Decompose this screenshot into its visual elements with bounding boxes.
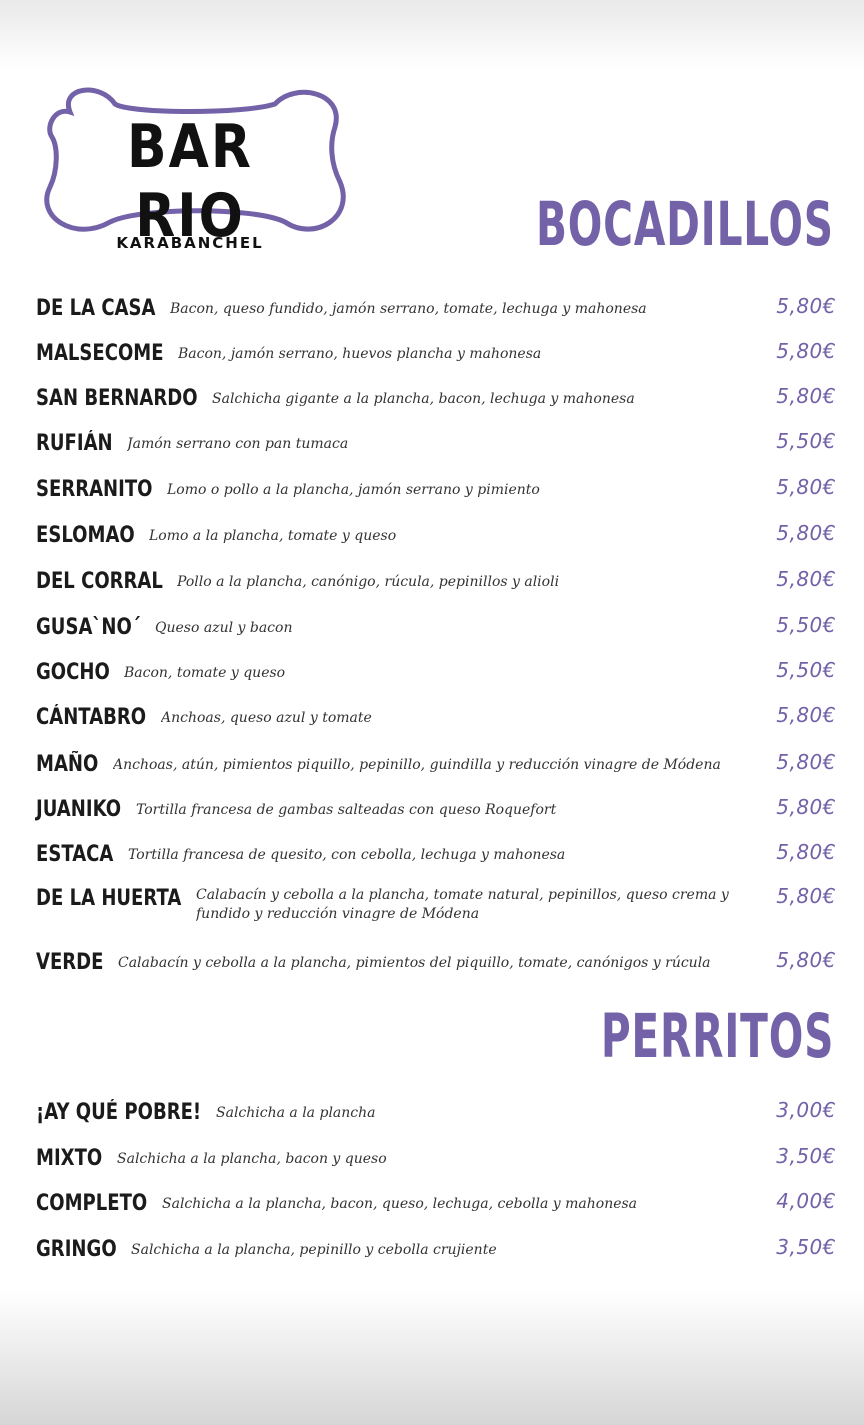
item-description: Tortilla francesa de quesito, con ceboll… <box>128 846 566 863</box>
item-name: GOCHO <box>36 660 110 685</box>
item-description: Bacon, jamón serrano, huevos plancha y m… <box>178 345 542 362</box>
section-title-bocadillos: BOCADILLOS <box>536 188 834 260</box>
item-name: JUANIKO <box>36 797 122 822</box>
menu-item: DE LA HUERTA Calabacín y cebolla a la pla… <box>36 884 836 924</box>
item-description: Salchicha a la plancha, bacon y queso <box>117 1150 387 1167</box>
bar-rio-logo: BAR RIO KARABANCHEL <box>30 82 360 262</box>
item-description: Salchicha a la plancha, bacon, queso, le… <box>162 1195 638 1212</box>
item-name: SAN BERNARDO <box>36 386 198 411</box>
item-description: Jamón serrano con pan tumaca <box>127 435 349 452</box>
item-description: Salchicha a la plancha <box>216 1104 376 1121</box>
item-name: DEL CORRAL <box>36 569 163 594</box>
menu-item: MIXTO Salchicha a la plancha, bacon y que… <box>36 1144 836 1171</box>
item-price: 5,80€ <box>776 948 836 972</box>
item-description: Salchicha gigante a la plancha, bacon, l… <box>212 390 635 407</box>
item-price: 5,80€ <box>776 884 836 908</box>
item-price: 5,80€ <box>776 521 836 545</box>
item-name: MALSECOME <box>36 341 164 366</box>
item-price: 5,80€ <box>776 294 836 318</box>
item-name: MAÑO <box>36 752 99 777</box>
item-price: 5,50€ <box>776 429 836 453</box>
logo-location: KARABANCHEL <box>116 234 264 252</box>
item-description: Calabacín y cebolla a la plancha, pimien… <box>118 954 711 971</box>
item-description: Pollo a la plancha, canónigo, rúcula, pe… <box>177 573 560 590</box>
item-description: Tortilla francesa de gambas salteadas co… <box>136 801 557 818</box>
menu-item: GUSA`NO´ Queso azul y bacon 5,50€ <box>36 613 836 640</box>
item-price: 3,00€ <box>776 1098 836 1122</box>
item-name: COMPLETO <box>36 1191 148 1216</box>
item-name: ESTACA <box>36 842 114 867</box>
menu-item: ESTACA Tortilla francesa de quesito, con … <box>36 840 836 867</box>
item-price: 5,50€ <box>776 658 836 682</box>
menu-item: COMPLETO Salchicha a la plancha, bacon, q… <box>36 1189 836 1216</box>
item-name: ¡AY QUÉ POBRE! <box>36 1100 202 1125</box>
menu-item: ¡AY QUÉ POBRE! Salchicha a la plancha 3,00… <box>36 1098 836 1125</box>
item-description: Calabacín y cebolla a la plancha, tomate… <box>196 887 729 922</box>
menu-item: CÁNTABRO Anchoas, queso azul y tomate 5,80… <box>36 703 836 730</box>
item-name: GRINGO <box>36 1237 117 1262</box>
item-price: 5,80€ <box>776 795 836 819</box>
menu-item: SERRANITO Lomo o pollo a la plancha, jamó… <box>36 475 836 502</box>
menu-item: SAN BERNARDO Salchicha gigante a la planc… <box>36 384 836 411</box>
item-name: DE LA HUERTA <box>36 886 182 911</box>
item-price: 5,80€ <box>776 339 836 363</box>
item-name: GUSA`NO´ <box>36 615 141 640</box>
item-price: 3,50€ <box>776 1235 836 1259</box>
menu-item: DEL CORRAL Pollo a la plancha, canónigo, … <box>36 567 836 594</box>
menu-item: ESLOMAO Lomo a la plancha, tomate y queso… <box>36 521 836 548</box>
menu-item: RUFIÁN Jamón serrano con pan tumaca 5,50€ <box>36 429 836 456</box>
menu-item: JUANIKO Tortilla francesa de gambas salte… <box>36 795 836 822</box>
item-price: 5,80€ <box>776 384 836 408</box>
item-name: RUFIÁN <box>36 431 113 456</box>
menu-item: MAÑO Anchoas, atún, pimientos piquillo, p… <box>36 750 836 777</box>
item-name: ESLOMAO <box>36 523 135 548</box>
item-price: 3,50€ <box>776 1144 836 1168</box>
item-name: MIXTO <box>36 1146 103 1171</box>
item-price: 4,00€ <box>776 1189 836 1213</box>
item-description: Anchoas, queso azul y tomate <box>161 709 372 726</box>
item-description: Queso azul y bacon <box>155 619 293 636</box>
item-price: 5,80€ <box>776 750 836 774</box>
item-name: SERRANITO <box>36 477 153 502</box>
item-name: DE LA CASA <box>36 296 156 321</box>
logo-wordmark: BAR RIO <box>127 113 253 251</box>
item-price: 5,80€ <box>776 840 836 864</box>
item-price: 5,80€ <box>776 703 836 727</box>
item-description: Bacon, tomate y queso <box>124 664 286 681</box>
item-description: Bacon, queso fundido, jamón serrano, tom… <box>170 300 647 317</box>
item-description: Anchoas, atún, pimientos piquillo, pepin… <box>113 756 721 773</box>
item-price: 5,80€ <box>776 475 836 499</box>
section-title-perritos: PERRITOS <box>600 1000 834 1072</box>
menu-item: GRINGO Salchicha a la plancha, pepinillo … <box>36 1235 836 1262</box>
menu-item: VERDE Calabacín y cebolla a la plancha, p… <box>36 948 836 975</box>
item-description: Lomo a la plancha, tomate y queso <box>149 527 397 544</box>
item-name: VERDE <box>36 950 104 975</box>
item-description: Salchicha a la plancha, pepinillo y cebo… <box>131 1241 497 1258</box>
item-name: CÁNTABRO <box>36 705 147 730</box>
item-price: 5,50€ <box>776 613 836 637</box>
menu-item: GOCHO Bacon, tomate y queso 5,50€ <box>36 658 836 685</box>
menu-item: MALSECOME Bacon, jamón serrano, huevos pl… <box>36 339 836 366</box>
item-description: Lomo o pollo a la plancha, jamón serrano… <box>167 481 540 498</box>
menu-item: DE LA CASA Bacon, queso fundido, jamón se… <box>36 294 836 321</box>
item-price: 5,80€ <box>776 567 836 591</box>
